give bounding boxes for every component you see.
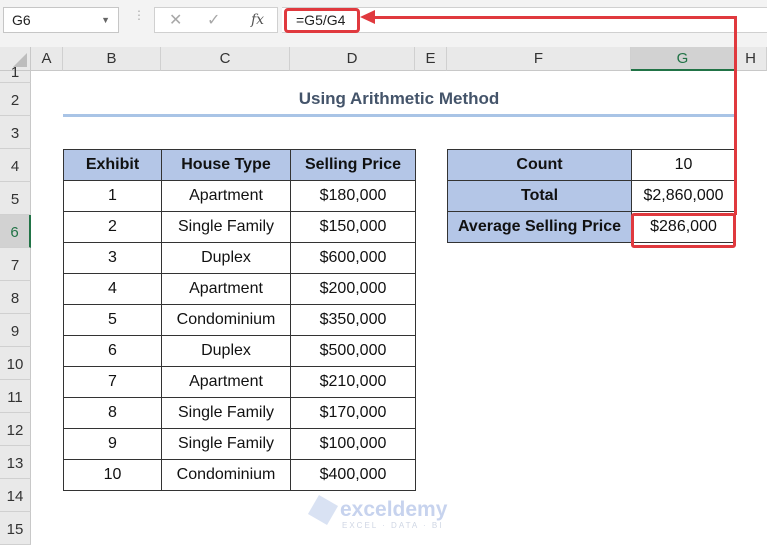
chevron-down-icon[interactable]: ▼ (101, 8, 110, 32)
name-box[interactable]: G6 ▼ (3, 7, 119, 33)
cell-house-type[interactable]: Single Family (161, 397, 291, 429)
column-header-b[interactable]: B (63, 47, 161, 71)
summary-row-total: Total $2,860,000 (447, 180, 736, 212)
cell-selling-price[interactable]: $210,000 (290, 366, 416, 398)
annotation-arrow-horizontal (373, 16, 737, 19)
formula-toolbar: G6 ▼ ⋮ ✕ ✓ fx =G5/G4 (0, 0, 767, 48)
table-header-row: Exhibit House Type Selling Price (63, 149, 416, 181)
cell-selling-price[interactable]: $170,000 (290, 397, 416, 429)
cell-selling-price[interactable]: $150,000 (290, 211, 416, 243)
sheet-title: Using Arithmetic Method (298, 89, 500, 108)
row-header-4[interactable]: 4 (0, 149, 31, 182)
cell-exhibit[interactable]: 10 (63, 459, 162, 491)
cell-house-type[interactable]: Single Family (161, 428, 291, 460)
exceldemy-logo-icon (307, 495, 339, 526)
column-header-a[interactable]: A (31, 47, 63, 71)
cell-exhibit[interactable]: 2 (63, 211, 162, 243)
cell-house-type[interactable]: Condominium (161, 459, 291, 491)
name-box-value: G6 (12, 12, 31, 28)
row-header-2[interactable]: 2 (0, 83, 31, 116)
table-row: 8 Single Family $170,000 (63, 397, 416, 429)
cell-house-type[interactable]: Apartment (161, 180, 291, 212)
cancel-icon[interactable]: ✕ (169, 10, 182, 30)
cell-selling-price[interactable]: $180,000 (290, 180, 416, 212)
table-row: 5 Condominium $350,000 (63, 304, 416, 336)
cell-exhibit[interactable]: 7 (63, 366, 162, 398)
row-header-14[interactable]: 14 (0, 479, 31, 512)
enter-icon[interactable]: ✓ (207, 10, 220, 30)
header-house-type[interactable]: House Type (161, 149, 291, 181)
cell-house-type[interactable]: Apartment (161, 366, 291, 398)
row-header-15[interactable]: 15 (0, 512, 31, 545)
column-header-g[interactable]: G (631, 47, 735, 71)
watermark-tagline: EXCEL · DATA · BI (342, 521, 444, 530)
row-header-11[interactable]: 11 (0, 380, 31, 413)
house-price-table: Exhibit House Type Selling Price 1 Apartm… (63, 149, 416, 491)
column-header-e[interactable]: E (415, 47, 447, 71)
column-header-f[interactable]: F (447, 47, 631, 71)
table-row: 9 Single Family $100,000 (63, 428, 416, 460)
selected-cell-highlight (631, 213, 736, 248)
cell-selling-price[interactable]: $600,000 (290, 242, 416, 274)
cell-selling-price[interactable]: $400,000 (290, 459, 416, 491)
table-row: 1 Apartment $180,000 (63, 180, 416, 212)
total-value[interactable]: $2,860,000 (631, 180, 736, 212)
cell-selling-price[interactable]: $100,000 (290, 428, 416, 460)
row-header-5[interactable]: 5 (0, 182, 31, 215)
summary-row-count: Count 10 (447, 149, 736, 181)
row-header-12[interactable]: 12 (0, 413, 31, 446)
watermark: exceldemy EXCEL · DATA · BI (307, 495, 448, 530)
column-header-h[interactable]: H (735, 47, 767, 71)
table-row: 6 Duplex $500,000 (63, 335, 416, 367)
cell-selling-price[interactable]: $500,000 (290, 335, 416, 367)
count-label[interactable]: Count (447, 149, 632, 181)
row-header-6[interactable]: 6 (0, 215, 31, 248)
row-header-13[interactable]: 13 (0, 446, 31, 479)
title-underline (63, 114, 735, 117)
total-label[interactable]: Total (447, 180, 632, 212)
cell-house-type[interactable]: Single Family (161, 211, 291, 243)
cell-exhibit[interactable]: 4 (63, 273, 162, 305)
formula-input[interactable]: =G5/G4 (284, 8, 360, 33)
cell-house-type[interactable]: Duplex (161, 335, 291, 367)
cell-exhibit[interactable]: 3 (63, 242, 162, 274)
table-row: 4 Apartment $200,000 (63, 273, 416, 305)
formula-buttons: ✕ ✓ fx (154, 7, 278, 33)
row-header-1[interactable]: 1 (0, 65, 31, 83)
average-label[interactable]: Average Selling Price (447, 211, 632, 243)
table-row: 7 Apartment $210,000 (63, 366, 416, 398)
table-row: 2 Single Family $150,000 (63, 211, 416, 243)
table-row: 3 Duplex $600,000 (63, 242, 416, 274)
insert-function-icon[interactable]: fx (251, 12, 264, 28)
watermark-name: exceldemy (340, 498, 448, 521)
cell-exhibit[interactable]: 5 (63, 304, 162, 336)
header-exhibit[interactable]: Exhibit (63, 149, 162, 181)
cell-exhibit[interactable]: 1 (63, 180, 162, 212)
cell-house-type[interactable]: Apartment (161, 273, 291, 305)
row-header-9[interactable]: 9 (0, 314, 31, 347)
cell-selling-price[interactable]: $350,000 (290, 304, 416, 336)
row-header-3[interactable]: 3 (0, 116, 31, 149)
column-header-d[interactable]: D (290, 47, 415, 71)
cell-house-type[interactable]: Condominium (161, 304, 291, 336)
cell-house-type[interactable]: Duplex (161, 242, 291, 274)
row-header-7[interactable]: 7 (0, 248, 31, 281)
cell-exhibit[interactable]: 9 (63, 428, 162, 460)
table-row: 10 Condominium $400,000 (63, 459, 416, 491)
count-value[interactable]: 10 (631, 149, 736, 181)
cell-exhibit[interactable]: 6 (63, 335, 162, 367)
cell-exhibit[interactable]: 8 (63, 397, 162, 429)
column-header-c[interactable]: C (161, 47, 290, 71)
arrow-head-icon (360, 10, 375, 24)
row-header-8[interactable]: 8 (0, 281, 31, 314)
grip-icon: ⋮ (133, 8, 145, 22)
row-header-10[interactable]: 10 (0, 347, 31, 380)
annotation-arrow-vertical (734, 16, 737, 215)
header-selling-price[interactable]: Selling Price (290, 149, 416, 181)
cell-selling-price[interactable]: $200,000 (290, 273, 416, 305)
